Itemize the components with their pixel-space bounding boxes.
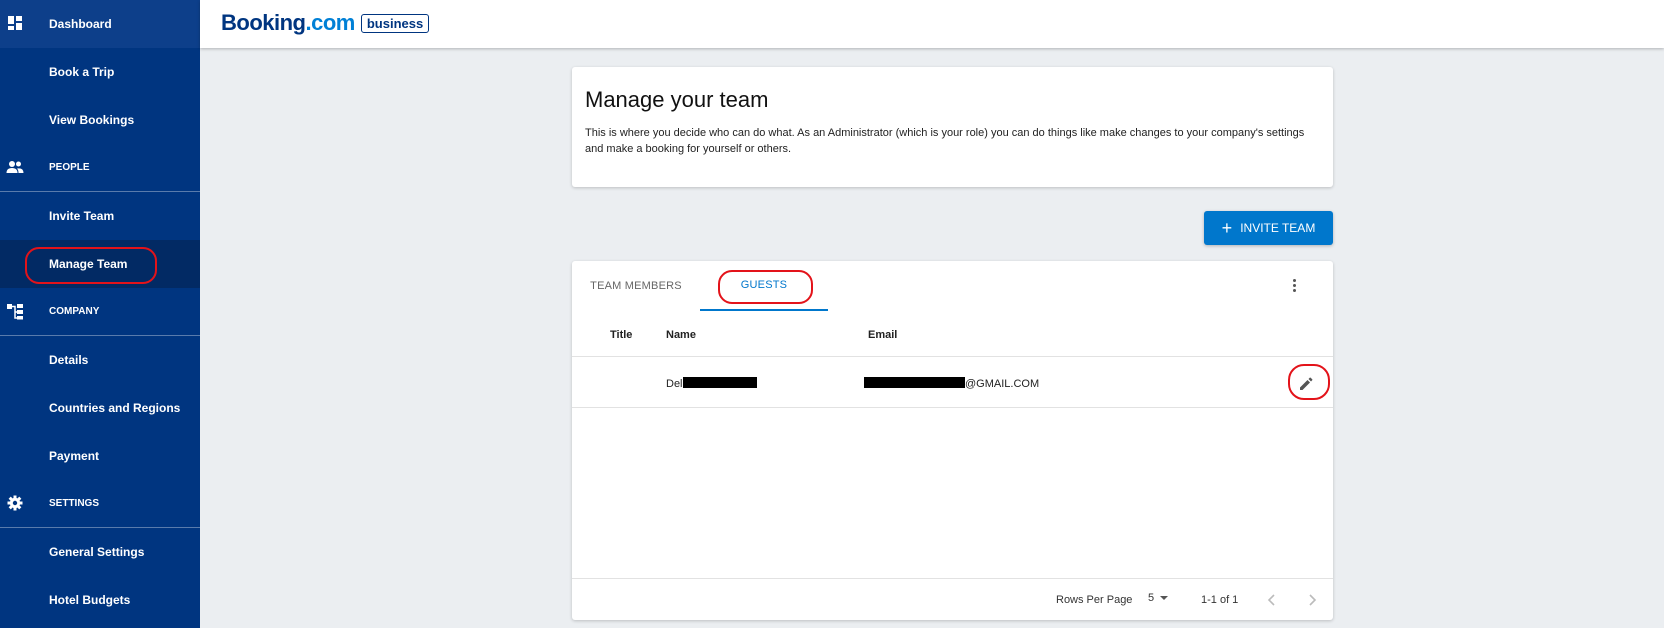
sidebar-section-label: COMPANY [49,306,100,317]
sidebar-section-settings: SETTINGS [0,480,200,528]
column-header-name[interactable]: Name [666,329,696,341]
logo-business-badge: business [360,13,430,33]
guest-name-text: Del [666,378,683,390]
sidebar-item-book-a-trip[interactable]: Book a Trip [0,48,200,96]
sidebar-item-label: Book a Trip [49,65,115,79]
sidebar-item-general-settings[interactable]: General Settings [0,528,200,576]
row-divider [572,407,1333,408]
rows-per-page-value: 5 [1148,592,1155,604]
tab-label: TEAM MEMBERS [590,280,682,292]
sidebar-item-label: Payment [49,449,100,463]
logo-domain: .com [305,10,356,35]
sidebar-item-label: View Bookings [49,113,135,127]
column-header-title[interactable]: Title [610,329,632,341]
sidebar-item-hotel-budgets[interactable]: Hotel Budgets [0,576,200,624]
sidebar-item-label: Invite Team [49,209,115,223]
people-icon [6,161,24,173]
rows-per-page-label: Rows Per Page [1056,594,1133,606]
sidebar: Dashboard Book a Trip View Bookings PEOP… [0,0,200,628]
sidebar-section-label: SETTINGS [49,498,100,509]
header-divider [572,356,1333,357]
sidebar-item-dashboard[interactable]: Dashboard [0,0,200,48]
team-card: TEAM MEMBERS GUESTS Title Name Email Del… [572,261,1333,620]
chevron-right-icon[interactable] [1305,592,1319,608]
dashboard-icon [8,16,22,30]
sidebar-section-label: PEOPLE [49,162,90,173]
redaction-bar [682,377,757,388]
sidebar-section-people: PEOPLE [0,144,200,192]
booking-business-logo[interactable]: Booking .com business [221,10,430,36]
sidebar-item-manage-team[interactable]: Manage Team [0,240,200,288]
sidebar-item-details[interactable]: Details [0,336,200,384]
sidebar-item-payment[interactable]: Payment [0,432,200,480]
guest-email-cell: @GMAIL.COM [864,377,1039,390]
invite-team-label: INVITE TEAM [1240,221,1316,235]
tab-label: GUESTS [740,279,788,291]
page-title: Manage your team [585,87,769,112]
top-header: Booking .com business [200,0,1664,48]
chevron-left-icon[interactable] [1265,592,1279,608]
chevron-down-icon [1160,596,1169,600]
plus-icon: + [1221,218,1233,238]
rows-per-page-select[interactable]: 5 [1148,592,1169,604]
guest-email-text: @GMAIL.COM [965,378,1040,390]
sidebar-item-label: Details [49,353,89,367]
company-icon [7,304,23,320]
sidebar-item-countries-and-regions[interactable]: Countries and Regions [0,384,200,432]
sidebar-item-invite-team[interactable]: Invite Team [0,192,200,240]
tab-team-members[interactable]: TEAM MEMBERS [572,261,700,311]
logo-wordmark: Booking [221,10,306,35]
sidebar-item-label: Hotel Budgets [49,593,131,607]
table-pagination: Rows Per Page 5 1-1 of 1 [572,578,1333,620]
gear-icon [7,495,23,511]
sidebar-item-label: Countries and Regions [49,401,181,415]
sidebar-item-label: General Settings [49,545,145,559]
guest-name-cell: Del [666,377,757,390]
edit-guest-button[interactable] [1293,371,1319,397]
redaction-bar [864,377,965,388]
more-options-icon[interactable] [1286,277,1302,295]
tab-guests[interactable]: GUESTS [700,261,828,311]
pencil-icon [1300,377,1313,390]
column-header-email[interactable]: Email [868,329,897,341]
sidebar-section-company: COMPANY [0,288,200,336]
intro-card: Manage your team This is where you decid… [572,67,1333,187]
pagination-range: 1-1 of 1 [1201,594,1239,606]
sidebar-item-view-bookings[interactable]: View Bookings [0,96,200,144]
sidebar-item-label: Manage Team [49,257,128,271]
page-description: This is where you decide who can do what… [585,127,1305,155]
sidebar-item-label: Dashboard [49,17,112,31]
invite-team-button[interactable]: + INVITE TEAM [1204,211,1333,245]
